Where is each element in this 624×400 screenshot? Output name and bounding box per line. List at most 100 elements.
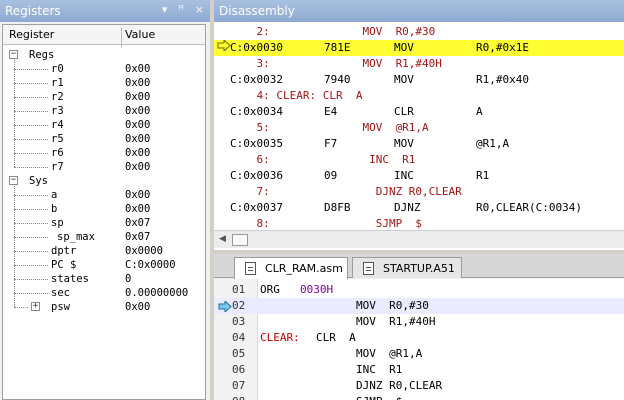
disassembly-title-bar[interactable]: Disassembly <box>214 0 624 22</box>
tree-connector <box>14 195 48 196</box>
editor-tab-bar: CLR_RAM.asm STARTUP.A51 <box>214 254 624 279</box>
tab-startup-a51[interactable]: STARTUP.A51 <box>352 257 462 278</box>
tree-connector <box>14 251 48 252</box>
register-value[interactable]: 0x00 <box>125 132 150 146</box>
line-number: 07 <box>232 379 246 392</box>
asm-operand: R1 <box>476 169 490 182</box>
collapse-icon[interactable]: − <box>9 176 18 185</box>
register-value[interactable]: 0x00 <box>125 62 150 76</box>
dropdown-icon[interactable]: ▾ <box>162 3 168 16</box>
source-text: 6: INC R1 <box>230 153 416 166</box>
disassembly-listing[interactable]: 2: MOV R0,#30 C:0x0030 781E MOV R0,#0x1E 3: … <box>214 22 624 230</box>
register-value[interactable]: 0x07 <box>125 230 150 244</box>
disassembly-line[interactable]: C:0x0034 E4 CLR A <box>214 104 624 120</box>
asm-addr: C:0x0032 <box>230 73 283 86</box>
current-instruction-arrow-icon <box>217 38 231 56</box>
asm-mnem: INC <box>394 169 414 182</box>
source-line[interactable]: 6: INC R1 <box>214 152 624 168</box>
tree-connector <box>14 279 48 280</box>
tree-connector <box>14 186 15 307</box>
asm-operand: R0,CLEAR(C:0034) <box>476 201 582 214</box>
asm-addr: C:0x0035 <box>230 137 283 150</box>
register-value[interactable]: 0x00 <box>125 146 150 160</box>
asm-mnem: DJNZ <box>394 201 421 214</box>
source-text: 5: MOV @R1,A <box>230 121 429 134</box>
collapse-icon[interactable]: − <box>9 50 18 59</box>
register-value[interactable]: 0x00 <box>125 202 150 216</box>
tab-clr-ram-asm[interactable]: CLR_RAM.asm <box>234 257 348 279</box>
register-name: sp_max <box>57 231 95 243</box>
editor-line[interactable]: 06 INC R1 <box>214 362 624 378</box>
column-register[interactable]: Register <box>9 28 54 41</box>
column-value[interactable]: Value <box>125 28 155 41</box>
asm-operand: R0,#0x1E <box>476 41 529 54</box>
disassembly-line[interactable]: C:0x0037 D8FB DJNZ R0,CLEAR(C:0034) <box>214 200 624 216</box>
register-value[interactable]: 0x00 <box>125 300 150 314</box>
tree-connector <box>14 69 48 70</box>
source-line[interactable]: 2: MOV R0,#30 <box>214 24 624 40</box>
code-text: MOV @R1,A <box>356 347 423 360</box>
code-label: ORG <box>260 283 280 296</box>
scrollbar-thumb[interactable] <box>232 234 248 246</box>
source-line[interactable]: 3: MOV R1,#40H <box>214 56 624 72</box>
editor-line[interactable]: 05 MOV @R1,A <box>214 346 624 362</box>
registers-tree[interactable]: Register Value Regs − r0 0x00 r1 0x00 r2 0x00 r3… <box>2 24 206 400</box>
register-value[interactable]: 0x00 <box>125 188 150 202</box>
code-text: CLR A <box>316 331 356 344</box>
source-line[interactable]: 7: DJNZ R0,CLEAR <box>214 184 624 200</box>
disassembly-line[interactable]: C:0x0035 F7 MOV @R1,A <box>214 136 624 152</box>
register-name: r4 <box>51 119 64 131</box>
line-number: 04 <box>232 331 246 344</box>
register-value[interactable]: 0 <box>125 272 131 286</box>
registers-title-bar[interactable]: Registers ▾ ꟸ × <box>0 0 210 22</box>
disassembly-line[interactable]: C:0x0030 781E MOV R0,#0x1E <box>214 38 624 56</box>
register-value[interactable]: 0x00 <box>125 76 150 90</box>
source-line[interactable]: 8: SJMP $ <box>214 216 624 230</box>
register-group[interactable]: Sys <box>3 174 205 188</box>
asm-mnem: MOV <box>394 73 414 86</box>
disassembly-line[interactable]: C:0x0032 7940 MOV R1,#0x40 <box>214 72 624 88</box>
register-value[interactable]: 0x00 <box>125 160 150 174</box>
editor-line[interactable]: 01 ORG 0030H <box>214 282 624 298</box>
source-text: 7: DJNZ R0,CLEAR <box>230 185 462 198</box>
register-value[interactable]: 0.00000000 <box>125 286 188 300</box>
disassembly-line[interactable]: C:0x0036 09 INC R1 <box>214 168 624 184</box>
expand-icon[interactable]: + <box>31 302 40 311</box>
scroll-left-icon[interactable]: ◀ <box>216 233 229 246</box>
code-editor[interactable]: 01 ORG 0030H 02 MOV R0,#30 03 MOV R1,#40H 04 CLE… <box>214 279 624 400</box>
source-line[interactable]: 5: MOV @R1,A <box>214 120 624 136</box>
pin-icon[interactable]: ꟸ <box>178 3 184 16</box>
tree-connector <box>14 125 48 126</box>
editor-line[interactable]: 03 MOV R1,#40H <box>214 314 624 330</box>
asm-operand: R1,#0x40 <box>476 73 529 86</box>
register-name: dptr <box>51 245 77 257</box>
register-value[interactable]: 0x00 <box>125 90 150 104</box>
tree-connector <box>14 237 48 238</box>
tab-label: CLR_RAM.asm <box>265 262 343 275</box>
asm-addr: C:0x0036 <box>230 169 283 182</box>
asm-addr: C:0x0037 <box>230 201 283 214</box>
tree-connector <box>14 83 48 84</box>
asm-operand: A <box>476 105 483 118</box>
register-value[interactable]: 0x0000 <box>125 244 163 258</box>
horizontal-scrollbar[interactable]: ◀ <box>214 230 624 248</box>
editor-line[interactable]: 04 CLEAR: CLR A <box>214 330 624 346</box>
register-value[interactable]: C:0x0000 <box>125 258 176 272</box>
asm-addr: C:0x0034 <box>230 105 283 118</box>
register-name: r1 <box>51 77 64 89</box>
source-text: 2: MOV R0,#30 <box>230 25 436 38</box>
register-value[interactable]: 0x00 <box>125 104 150 118</box>
editor-line[interactable]: 07 DJNZ R0,CLEAR <box>214 378 624 394</box>
register-name: sec <box>51 287 70 299</box>
line-number: 01 <box>232 283 246 296</box>
register-group[interactable]: Regs <box>3 48 205 62</box>
source-line[interactable]: 4: CLEAR: CLR A <box>214 88 624 104</box>
editor-line[interactable]: 02 MOV R0,#30 <box>214 298 624 314</box>
tree-connector <box>14 293 48 294</box>
close-icon[interactable]: × <box>195 3 204 16</box>
editor-line[interactable]: 08 SJMP $ <box>214 394 624 400</box>
register-value[interactable]: 0x00 <box>125 118 150 132</box>
register-value[interactable]: 0x07 <box>125 216 150 230</box>
tab-label: STARTUP.A51 <box>383 262 455 275</box>
code-text: 0030H <box>300 283 334 296</box>
